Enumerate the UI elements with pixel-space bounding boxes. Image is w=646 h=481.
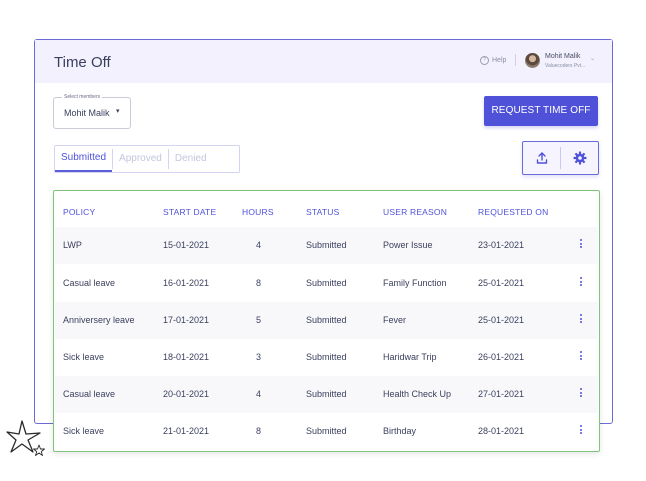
toolbar-icon-group (522, 141, 599, 175)
table-row[interactable]: Casual leave 20-01-2021 4 Submitted Heal… (55, 376, 598, 413)
more-vertical-icon[interactable] (580, 277, 583, 288)
cell-requested-on: 26-01-2021 (478, 352, 525, 362)
cell-start-date: 15-01-2021 (163, 240, 210, 250)
more-vertical-icon[interactable] (580, 314, 583, 325)
cell-user-reason: Health Check Up (383, 389, 452, 399)
cell-status: Submitted (306, 352, 347, 362)
tab-submitted[interactable]: Submitted (55, 146, 113, 172)
star-doodle-icon (6, 420, 45, 456)
cell-status: Submitted (306, 315, 347, 325)
question-circle-icon: ? (480, 56, 489, 65)
gear-icon (573, 151, 586, 165)
column-header-status[interactable]: STATUS (306, 207, 339, 217)
cell-status: Submitted (306, 426, 347, 436)
cell-hours: 5 (256, 315, 262, 325)
cell-hours: 4 (256, 389, 262, 399)
cell-policy: Sick leave (63, 352, 105, 362)
cell-hours: 3 (256, 352, 262, 362)
page-title: Time Off (54, 54, 111, 71)
cell-policy: Casual leave (63, 278, 116, 288)
table-row[interactable]: Sick leave 18-01-2021 3 Submitted Haridw… (55, 339, 598, 376)
table-row[interactable]: Anniversery leave 17-01-2021 5 Submitted… (55, 302, 598, 339)
column-header-requested-on[interactable]: REQUESTED ON (478, 207, 548, 217)
more-vertical-icon[interactable] (580, 351, 583, 362)
help-label: Help (492, 57, 507, 64)
chevron-down-icon[interactable]: ⌄ (590, 55, 595, 62)
cell-status: Submitted (306, 389, 347, 399)
members-select-value: Mohit Malik (64, 108, 110, 118)
export-button[interactable] (523, 142, 560, 174)
cell-hours: 8 (256, 426, 262, 436)
cell-requested-on: 23-01-2021 (478, 240, 525, 250)
table-row[interactable]: Sick leave 21-01-2021 8 Submitted Birthd… (55, 413, 598, 450)
cell-start-date: 16-01-2021 (163, 278, 210, 288)
more-vertical-icon[interactable] (580, 388, 583, 399)
cell-requested-on: 25-01-2021 (478, 315, 525, 325)
members-select-label: Select members (62, 94, 103, 100)
cell-start-date: 17-01-2021 (163, 315, 210, 325)
cell-status: Submitted (306, 278, 347, 288)
cell-start-date: 18-01-2021 (163, 352, 210, 362)
cell-start-date: 21-01-2021 (163, 426, 210, 436)
header-divider (515, 54, 516, 66)
cell-policy: Sick leave (63, 426, 105, 436)
table-row[interactable]: Casual leave 16-01-2021 8 Submitted Fami… (55, 265, 598, 302)
panel-header: Time Off ? Help Mohit Malik Valuecoders … (35, 40, 612, 83)
upload-icon (536, 152, 547, 164)
cell-status: Submitted (306, 240, 347, 250)
cell-policy: Casual leave (63, 389, 116, 399)
cell-requested-on: 27-01-2021 (478, 389, 525, 399)
cell-user-reason: Fever (383, 315, 407, 325)
cell-user-reason: Birthday (383, 426, 417, 436)
cell-user-reason: Power Issue (383, 240, 433, 250)
column-header-policy[interactable]: POLICY (63, 207, 95, 217)
table-row[interactable]: LWP 15-01-2021 4 Submitted Power Issue 2… (55, 227, 598, 264)
tab-denied[interactable]: Denied (169, 146, 213, 172)
user-name[interactable]: Mohit Malik (545, 53, 580, 60)
tab-approved[interactable]: Approved (113, 146, 168, 172)
cell-hours: 4 (256, 240, 262, 250)
request-time-off-button[interactable]: REQUEST TIME OFF (484, 96, 598, 126)
cell-start-date: 20-01-2021 (163, 389, 210, 399)
cell-user-reason: Haridwar Trip (383, 352, 437, 362)
column-header-user-reason[interactable]: USER REASON (383, 207, 447, 217)
members-select[interactable]: Select members Mohit Malik ▾ (53, 94, 131, 129)
status-tabs: Submitted Approved Denied (54, 145, 240, 173)
settings-button[interactable] (561, 142, 598, 174)
column-header-hours[interactable]: HOURS (242, 207, 274, 217)
caret-down-icon: ▾ (116, 108, 120, 115)
more-vertical-icon[interactable] (580, 239, 583, 250)
cell-requested-on: 25-01-2021 (478, 278, 525, 288)
cell-policy: Anniversery leave (63, 315, 135, 325)
cell-requested-on: 28-01-2021 (478, 426, 525, 436)
column-header-start-date[interactable]: START DATE (163, 207, 216, 217)
time-off-table: POLICY START DATE HOURS STATUS USER REAS… (53, 190, 600, 452)
avatar[interactable] (525, 53, 540, 68)
help-link[interactable]: ? Help (480, 56, 506, 65)
cell-hours: 8 (256, 278, 262, 288)
cell-user-reason: Family Function (383, 278, 447, 288)
more-vertical-icon[interactable] (580, 425, 583, 436)
user-company: Valuecoders Pvt... (545, 63, 586, 69)
cell-policy: LWP (63, 240, 82, 250)
